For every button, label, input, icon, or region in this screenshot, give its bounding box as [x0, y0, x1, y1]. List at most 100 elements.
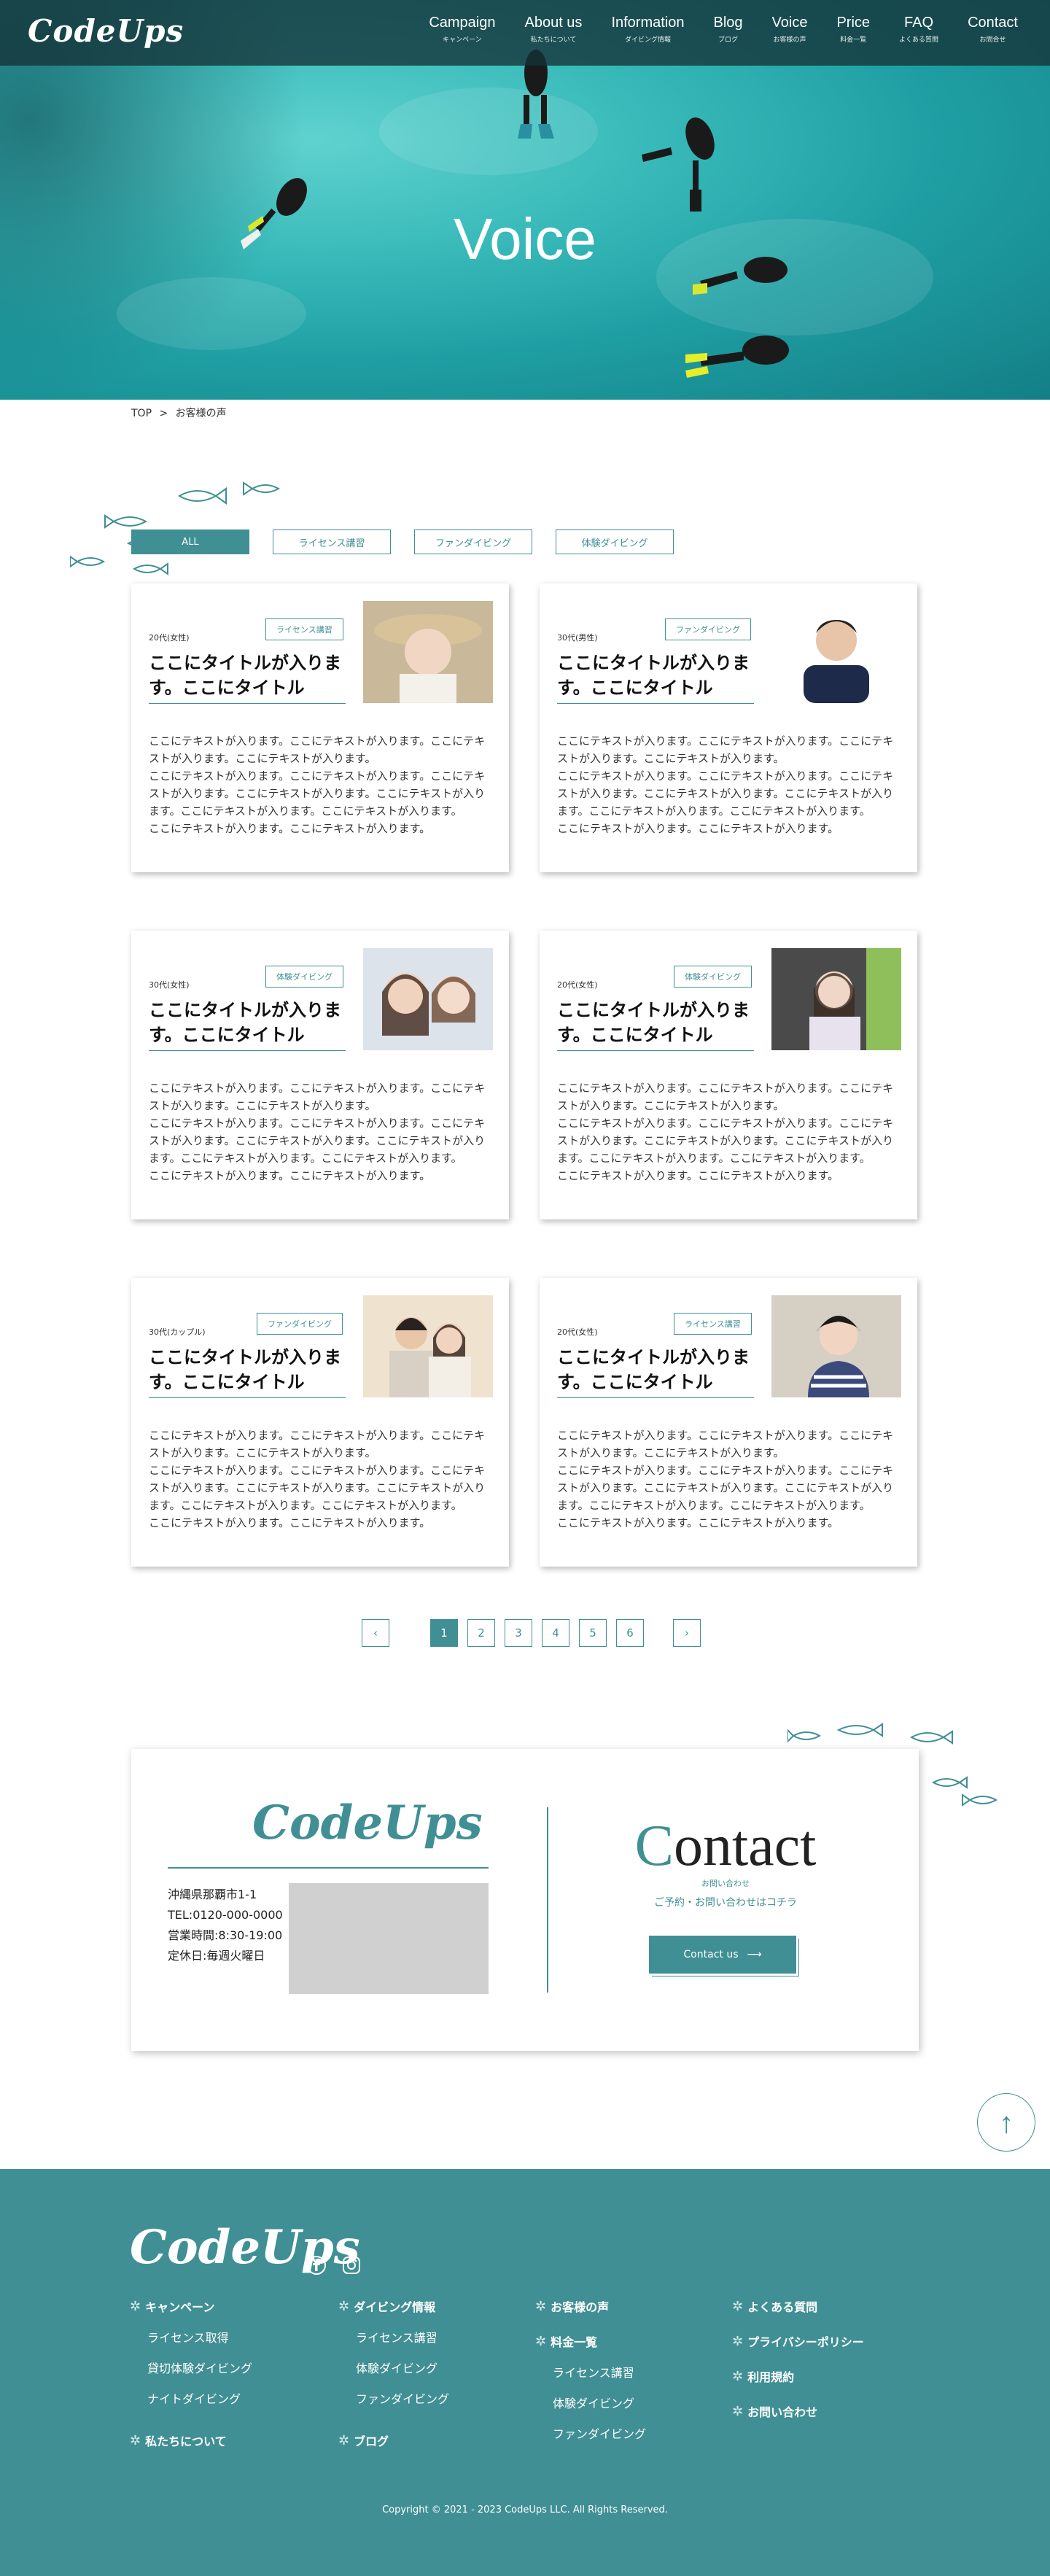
- nav-item-about[interactable]: About us 私たちについて: [524, 15, 582, 44]
- page-number[interactable]: 3: [505, 1619, 532, 1647]
- store-hours: 営業時間:8:30-19:00: [168, 1928, 283, 1942]
- map-placeholder[interactable]: [289, 1883, 489, 1994]
- fish-bone-icon: ✲: [732, 2333, 744, 2349]
- footer-sublink[interactable]: 体験ダイビング: [356, 2359, 449, 2376]
- footer-sublink[interactable]: ライセンス講習: [356, 2328, 449, 2346]
- nav-item-blog[interactable]: Blog ブログ: [714, 15, 743, 44]
- page-number[interactable]: 1: [430, 1619, 458, 1647]
- page-number[interactable]: 5: [579, 1619, 607, 1647]
- footer-link-label: 私たちについて: [145, 2435, 227, 2448]
- voice-card[interactable]: 体験ダイビング 20代(女性) ここにタイトルが入ります。ここにタイトル ここに…: [540, 931, 917, 1219]
- customer-age: 20代(女性): [557, 1327, 598, 1337]
- nav-label: Blog: [713, 15, 743, 31]
- logo-underline: [168, 1867, 489, 1869]
- footer-sublink[interactable]: ライセンス取得: [147, 2328, 252, 2346]
- footer-link-campaign[interactable]: ✲ キャンペーン: [130, 2297, 252, 2315]
- page-number[interactable]: 2: [467, 1619, 495, 1647]
- nav-item-campaign[interactable]: Campaign キャンペーン: [429, 15, 495, 44]
- page-number[interactable]: 6: [616, 1619, 644, 1647]
- footer-column: ✲ ダイビング情報 ライセンス講習 体験ダイビング ファンダイビング ✲ ブログ: [338, 2297, 449, 2462]
- instagram-icon[interactable]: [341, 2255, 362, 2276]
- filter-all[interactable]: ALL: [131, 529, 249, 554]
- voice-card[interactable]: ファンダイビング 30代(カップル) ここにタイトルが入ります。ここにタイトル …: [131, 1278, 509, 1567]
- fish-illustration: [70, 481, 281, 575]
- page-number[interactable]: 4: [542, 1619, 569, 1647]
- breadcrumb-current: お客様の声: [175, 408, 227, 419]
- category-tag: 体験ダイビング: [265, 966, 343, 988]
- site-logo[interactable]: CodeUps: [28, 13, 184, 49]
- footer-link-label: お問い合わせ: [747, 2405, 818, 2419]
- voice-card[interactable]: ファンダイビング 30代(男性) ここにタイトルが入ります。ここにタイトル ここ…: [540, 583, 917, 872]
- voice-card[interactable]: ライセンス講習 20代(女性) ここにタイトルが入ります。ここにタイトル ここに…: [131, 583, 509, 872]
- nav-label: FAQ: [904, 15, 934, 31]
- footer-link-label: ブログ: [354, 2435, 389, 2448]
- title-underline: [557, 703, 754, 704]
- fish-bone-icon: ✲: [732, 2298, 744, 2314]
- nav-sublabel: ダイビング情報: [624, 36, 671, 44]
- nav-label: Contact: [968, 15, 1018, 31]
- breadcrumb-separator: >: [159, 408, 168, 419]
- nav-sublabel: お客様の声: [773, 36, 806, 44]
- footer-link-privacy[interactable]: ✲ プライバシーポリシー: [732, 2332, 864, 2350]
- footer-link-faq[interactable]: ✲ よくある質問: [732, 2297, 864, 2315]
- footer-link-label: ダイビング情報: [354, 2300, 436, 2314]
- footer-link-contact[interactable]: ✲ お問い合わせ: [732, 2402, 864, 2420]
- footer-link-blog[interactable]: ✲ ブログ: [338, 2432, 449, 2449]
- footer-link-voice[interactable]: ✲ お客様の声: [535, 2297, 646, 2315]
- filter-fun-diving[interactable]: ファンダイビング: [414, 529, 532, 554]
- nav-sublabel: キャンペーン: [443, 36, 482, 44]
- card-title: ここにタイトルが入ります。ここにタイトル: [149, 653, 341, 698]
- card-title: ここにタイトルが入ります。ここにタイトル: [149, 1000, 341, 1045]
- footer-link-label: お客様の声: [551, 2300, 610, 2314]
- back-to-top-button[interactable]: ↑: [977, 2093, 1035, 2152]
- nav-sublabel: 私たちについて: [530, 36, 577, 44]
- footer-link-terms[interactable]: ✲ 利用規約: [732, 2367, 864, 2385]
- nav-item-voice[interactable]: Voice お客様の声: [772, 15, 808, 44]
- nav-label: Price: [836, 15, 871, 31]
- voice-card[interactable]: ライセンス講習 20代(女性) ここにタイトルが入ります。ここにタイトル ここに…: [540, 1278, 917, 1567]
- card-text: ここにテキストが入ります。ここにテキストが入ります。ここにテキストが入ります。こ…: [149, 1429, 486, 1529]
- store-tel: TEL:0120-000-0000: [168, 1908, 283, 1922]
- footer-sublink[interactable]: ファンダイビング: [553, 2424, 646, 2442]
- contact-title-rest: ontact: [673, 1814, 817, 1878]
- store-address: 沖縄県那覇市1-1: [168, 1888, 257, 1901]
- footer-link-price[interactable]: ✲ 料金一覧: [535, 2332, 646, 2350]
- card-text: ここにテキストが入ります。ここにテキストが入ります。ここにテキストが入ります。こ…: [557, 734, 894, 835]
- fish-bone-icon: ✲: [338, 2432, 350, 2448]
- button-label: Contact us: [683, 1949, 739, 1960]
- contact-us-button[interactable]: Contact us ⟶: [649, 1936, 796, 1974]
- fish-bone-icon: ✲: [535, 2333, 547, 2349]
- customer-age: 20代(女性): [557, 980, 598, 990]
- footer-sublink[interactable]: 貸切体験ダイビング: [147, 2359, 252, 2376]
- footer-column: ✲ お客様の声 ✲ 料金一覧 ライセンス講習 体験ダイビング ファンダイビング: [535, 2297, 646, 2455]
- title-underline: [149, 1050, 346, 1051]
- filter-trial-diving[interactable]: 体験ダイビング: [556, 529, 674, 554]
- footer-link-about[interactable]: ✲ 私たちについて: [130, 2432, 252, 2449]
- nav-item-information[interactable]: Information ダイビング情報: [611, 15, 684, 44]
- customer-photo: [363, 948, 493, 1050]
- nav-item-faq[interactable]: FAQ よくある質問: [899, 15, 938, 44]
- footer-link-label: よくある質問: [747, 2300, 818, 2314]
- footer-sublink[interactable]: ライセンス講習: [553, 2363, 646, 2381]
- footer-sublink[interactable]: 体験ダイビング: [553, 2394, 646, 2411]
- footer-sublink[interactable]: ナイトダイビング: [147, 2389, 252, 2407]
- category-tag: ライセンス講習: [674, 1313, 752, 1335]
- copyright: Copyright © 2021 - 2023 CodeUps LLC. All…: [382, 2505, 668, 2515]
- filter-license[interactable]: ライセンス講習: [273, 529, 391, 554]
- footer-sublink[interactable]: ファンダイビング: [356, 2389, 449, 2407]
- prev-page-button[interactable]: ‹: [362, 1619, 389, 1647]
- breadcrumb-home-link[interactable]: TOP: [131, 408, 152, 419]
- footer-link-information[interactable]: ✲ ダイビング情報: [338, 2297, 449, 2315]
- nav-sublabel: ブログ: [718, 36, 739, 44]
- water-ripple: [117, 277, 306, 350]
- nav-item-contact[interactable]: Contact お問合せ: [968, 15, 1018, 44]
- footer-link-label: 料金一覧: [551, 2335, 598, 2349]
- next-page-button[interactable]: ›: [673, 1619, 701, 1647]
- facebook-icon[interactable]: [306, 2255, 327, 2276]
- site-header: CodeUps Campaign キャンペーン About us 私たちについて I…: [0, 0, 1050, 66]
- main-nav: Campaign キャンペーン About us 私たちについて Informati…: [414, 15, 1032, 44]
- fish-bone-icon: ✲: [732, 2368, 744, 2384]
- voice-card[interactable]: 体験ダイビング 30代(女性) ここにタイトルが入ります。ここにタイトル ここに…: [131, 931, 509, 1219]
- page-title: Voice: [454, 206, 596, 271]
- nav-item-price[interactable]: Price 料金一覧: [836, 15, 870, 44]
